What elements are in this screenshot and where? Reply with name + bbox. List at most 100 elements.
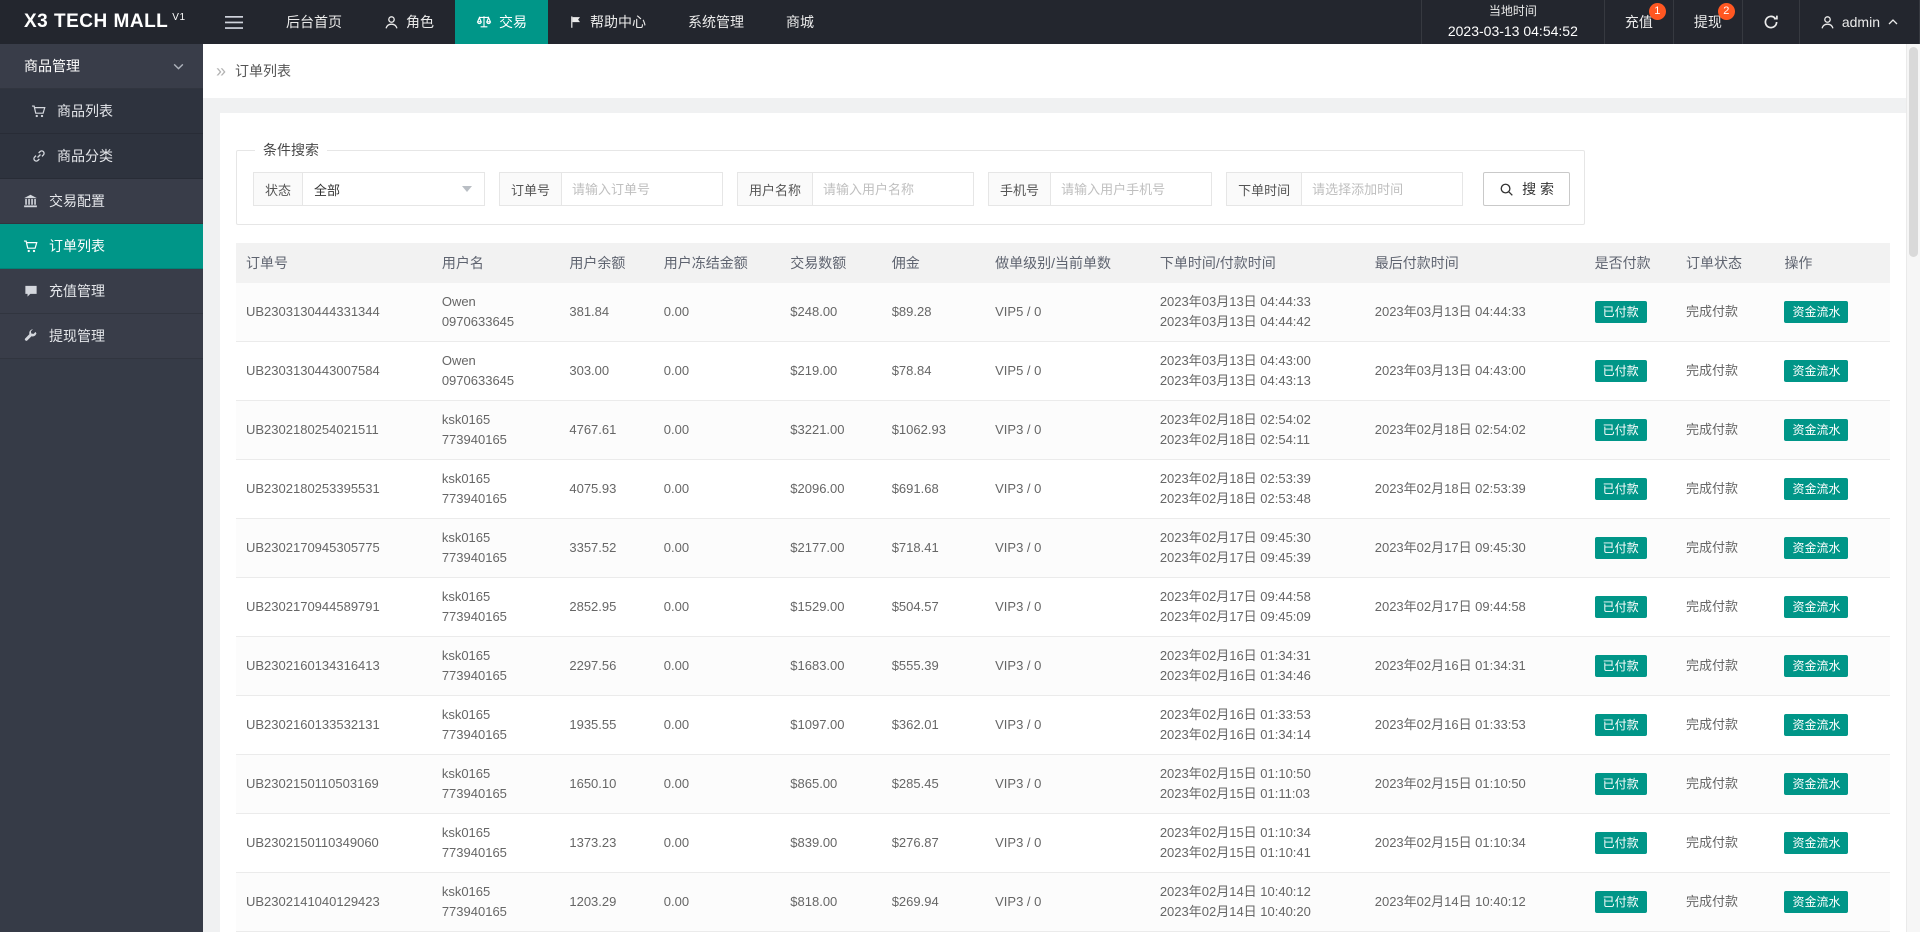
level-cell: VIP5 / 0: [985, 283, 1150, 342]
user-name-input[interactable]: [812, 172, 975, 206]
order-pay-time-cell: 2023年02月15日 01:10:50 2023年02月15日 01:11:03: [1149, 754, 1365, 814]
status-filter: 状态 全部: [253, 172, 486, 206]
user-name-line: ksk0165: [441, 412, 491, 427]
search-button[interactable]: 搜 索: [1483, 172, 1570, 206]
commission-cell: $269.94: [881, 872, 986, 932]
status-select[interactable]: 全部: [302, 172, 486, 206]
withdraw-badge: 2: [1717, 3, 1735, 20]
commission-cell: $276.87: [881, 813, 986, 873]
user-cell: ksk0165 773940165: [431, 872, 560, 932]
balance-cell: 2852.95: [559, 577, 654, 637]
fund-flow-button[interactable]: 资金流水: [1784, 655, 1849, 677]
fund-flow-button[interactable]: 资金流水: [1784, 301, 1849, 323]
user-name-line: ksk0165: [441, 707, 491, 722]
level-cell: VIP3 / 0: [985, 459, 1150, 519]
nav-item-label: 后台首页: [286, 14, 342, 30]
order-time-line: 2023年02月17日 09:45:30: [1159, 530, 1311, 545]
nav-item-role[interactable]: 角色: [363, 0, 455, 44]
nav-item-help-center[interactable]: 帮助中心: [548, 0, 667, 44]
user-menu[interactable]: admin: [1800, 0, 1920, 44]
user-cell: ksk0165 773940165: [431, 813, 560, 873]
sidebar-item-label: 交易配置: [49, 193, 105, 209]
paid-cell: 已付款: [1584, 459, 1677, 519]
menu-toggle-button[interactable]: [203, 0, 265, 44]
order-time-filter: 下单时间: [1226, 172, 1464, 206]
amount-cell: $1683.00: [780, 636, 882, 696]
paid-badge: 已付款: [1594, 596, 1647, 618]
hamburger-icon: [225, 15, 243, 29]
fund-flow-button[interactable]: 资金流水: [1784, 714, 1849, 736]
status-select-value: 全部: [314, 182, 341, 198]
order-pay-time-cell: 2023年02月15日 01:10:34 2023年02月15日 01:10:41: [1149, 813, 1365, 873]
phone-input[interactable]: [1050, 172, 1213, 206]
fund-flow-button[interactable]: 资金流水: [1784, 773, 1849, 795]
order-pay-time-cell: 2023年02月18日 02:53:39 2023年02月18日 02:53:48: [1149, 459, 1365, 519]
sidebar-item-goods-category[interactable]: 商品分类: [0, 134, 203, 179]
paid-badge: 已付款: [1594, 360, 1647, 382]
nav-item-label: 帮助中心: [590, 14, 646, 30]
commission-cell: $362.01: [881, 695, 986, 755]
amount-cell: $219.00: [780, 341, 882, 401]
sidebar-item-order-list[interactable]: 订单列表: [0, 224, 203, 269]
action-cell: 资金流水: [1774, 577, 1890, 637]
sidebar-item-recharge-manage[interactable]: 充值管理: [0, 269, 203, 314]
paid-cell: 已付款: [1584, 754, 1677, 814]
pay-time-line: 2023年03月13日 04:43:13: [1159, 373, 1311, 388]
nav-item-system-manage[interactable]: 系统管理: [667, 0, 765, 44]
sidebar-item-label: 商品分类: [57, 148, 113, 164]
vertical-scrollbar[interactable]: [1906, 44, 1920, 932]
sidebar-item-goods-manage[interactable]: 商品管理: [0, 44, 203, 89]
table-row: UB2302170945305775 ksk0165 773940165 3357.5…: [236, 518, 1890, 578]
main-area: » 订单列表 条件搜索 状态 全部 订单号 请输入订单号 用户名称 请输入用户名…: [203, 44, 1906, 932]
pay-time-line: 2023年02月16日 01:34:46: [1159, 668, 1311, 683]
nav-item-mall[interactable]: 商城: [765, 0, 835, 44]
fund-flow-button[interactable]: 资金流水: [1784, 537, 1849, 559]
top-nav: 后台首页 角色 交易 帮助中心 系统管理 商城: [265, 0, 835, 44]
search-conditions-fieldset: 条件搜索 状态 全部 订单号 用户名称: [236, 140, 1585, 225]
sidebar-item-goods-list[interactable]: 商品列表: [0, 89, 203, 134]
fund-flow-button[interactable]: 资金流水: [1784, 419, 1849, 441]
order-no-cell: UB2302170944589791: [236, 577, 432, 637]
app-logo-version: V1: [172, 11, 186, 23]
table-row: UB2302160133532131 ksk0165 773940165 1935.5…: [236, 695, 1890, 755]
frozen-cell: 0.00: [653, 459, 781, 519]
fund-flow-button[interactable]: 资金流水: [1784, 478, 1849, 500]
scrollbar-thumb[interactable]: [1909, 47, 1918, 257]
table-row: UB2302150110503169 ksk0165 773940165 1650.1…: [236, 754, 1890, 814]
user-account-line: 773940165: [441, 432, 507, 447]
nav-item-dashboard[interactable]: 后台首页: [265, 0, 363, 44]
last-pay-time-cell: 2023年02月16日 01:33:53: [1364, 695, 1585, 755]
commission-cell: $718.41: [881, 518, 986, 578]
level-cell: VIP3 / 0: [985, 754, 1150, 814]
order-status-cell: 完成付款: [1676, 695, 1775, 755]
paid-cell: 已付款: [1584, 341, 1677, 401]
refresh-button[interactable]: [1743, 0, 1800, 44]
column-header-4: 交易数额: [780, 243, 882, 283]
fund-flow-button[interactable]: 资金流水: [1784, 832, 1849, 854]
sidebar-item-withdraw-manage[interactable]: 提现管理: [0, 314, 203, 359]
amount-cell: $1097.00: [780, 695, 882, 755]
withdraw-link[interactable]: 提现 2: [1674, 0, 1743, 44]
order-time-line: 2023年02月17日 09:44:58: [1159, 589, 1311, 604]
pay-time-line: 2023年02月17日 09:45:39: [1159, 550, 1311, 565]
commission-cell: $89.28: [881, 283, 986, 342]
recharge-link[interactable]: 充值 1: [1605, 0, 1674, 44]
flag-icon: [569, 15, 583, 29]
chevron-up-icon: [1887, 16, 1899, 28]
paid-cell: 已付款: [1584, 400, 1677, 460]
level-cell: VIP3 / 0: [985, 518, 1150, 578]
last-pay-time-cell: 2023年02月17日 09:45:30: [1364, 518, 1585, 578]
order-no-input[interactable]: [561, 172, 724, 206]
nav-item-trade[interactable]: 交易: [455, 0, 548, 44]
recharge-label: 充值: [1624, 14, 1653, 30]
fund-flow-button[interactable]: 资金流水: [1784, 360, 1849, 382]
fund-flow-button[interactable]: 资金流水: [1784, 891, 1849, 913]
fund-flow-button[interactable]: 资金流水: [1784, 596, 1849, 618]
amount-cell: $839.00: [780, 813, 882, 873]
balance-cell: 1650.10: [559, 754, 654, 814]
order-time-input[interactable]: [1301, 172, 1464, 206]
sidebar-item-trade-config[interactable]: 交易配置: [0, 179, 203, 224]
user-account-line: 773940165: [441, 845, 507, 860]
balance-cell: 2297.56: [559, 636, 654, 696]
user-account-line: 773940165: [441, 786, 507, 801]
